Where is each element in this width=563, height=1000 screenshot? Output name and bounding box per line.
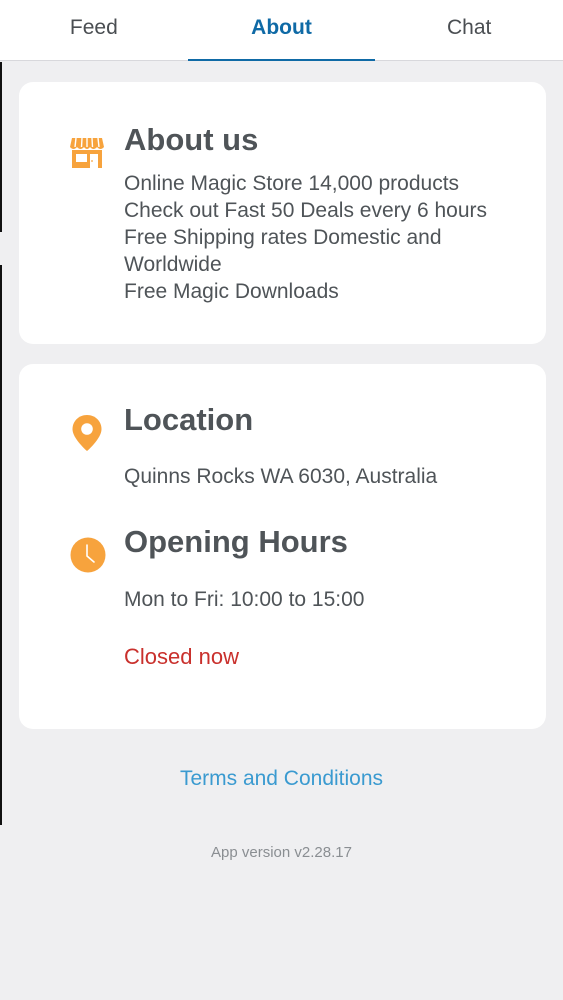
tab-about[interactable]: About: [187, 0, 376, 61]
hours-title: Opening Hours: [124, 524, 348, 559]
location-title: Location: [124, 402, 254, 437]
location-hours-card: Location Quinns Rocks WA 6030, Australia…: [19, 364, 546, 729]
clock-icon: [70, 537, 106, 573]
location-address: Quinns Rocks WA 6030, Australia: [124, 465, 438, 488]
app-version: App version v2.28.17: [211, 844, 352, 861]
store-icon: [69, 134, 105, 170]
about-card: About us Online Magic Store 14,000 produ…: [19, 82, 546, 344]
tab-feed[interactable]: Feed: [0, 0, 188, 60]
about-line: Free Shipping rates Domestic and Worldwi…: [124, 226, 442, 276]
app-root: Feed About Chat About us Online Magic St…: [0, 0, 563, 1000]
tab-bar: Feed About Chat: [0, 0, 563, 61]
tab-chat[interactable]: Chat: [375, 0, 563, 60]
about-line: Free Magic Downloads: [124, 280, 339, 303]
about-line: Check out Fast 50 Deals every 6 hours: [124, 199, 488, 222]
window-edge: [0, 62, 2, 232]
about-line: Online Magic Store 14,000 products: [124, 172, 460, 195]
terms-and-conditions-link[interactable]: Terms and Conditions: [0, 767, 563, 791]
window-edge: [0, 265, 2, 825]
status-closed-label: Closed now: [124, 644, 239, 669]
about-description: Online Magic Store 14,000 products Check…: [124, 170, 524, 305]
about-title: About us: [124, 122, 259, 157]
hours-schedule: Mon to Fri: 10:00 to 15:00: [124, 588, 365, 611]
location-pin-icon: [71, 414, 103, 452]
